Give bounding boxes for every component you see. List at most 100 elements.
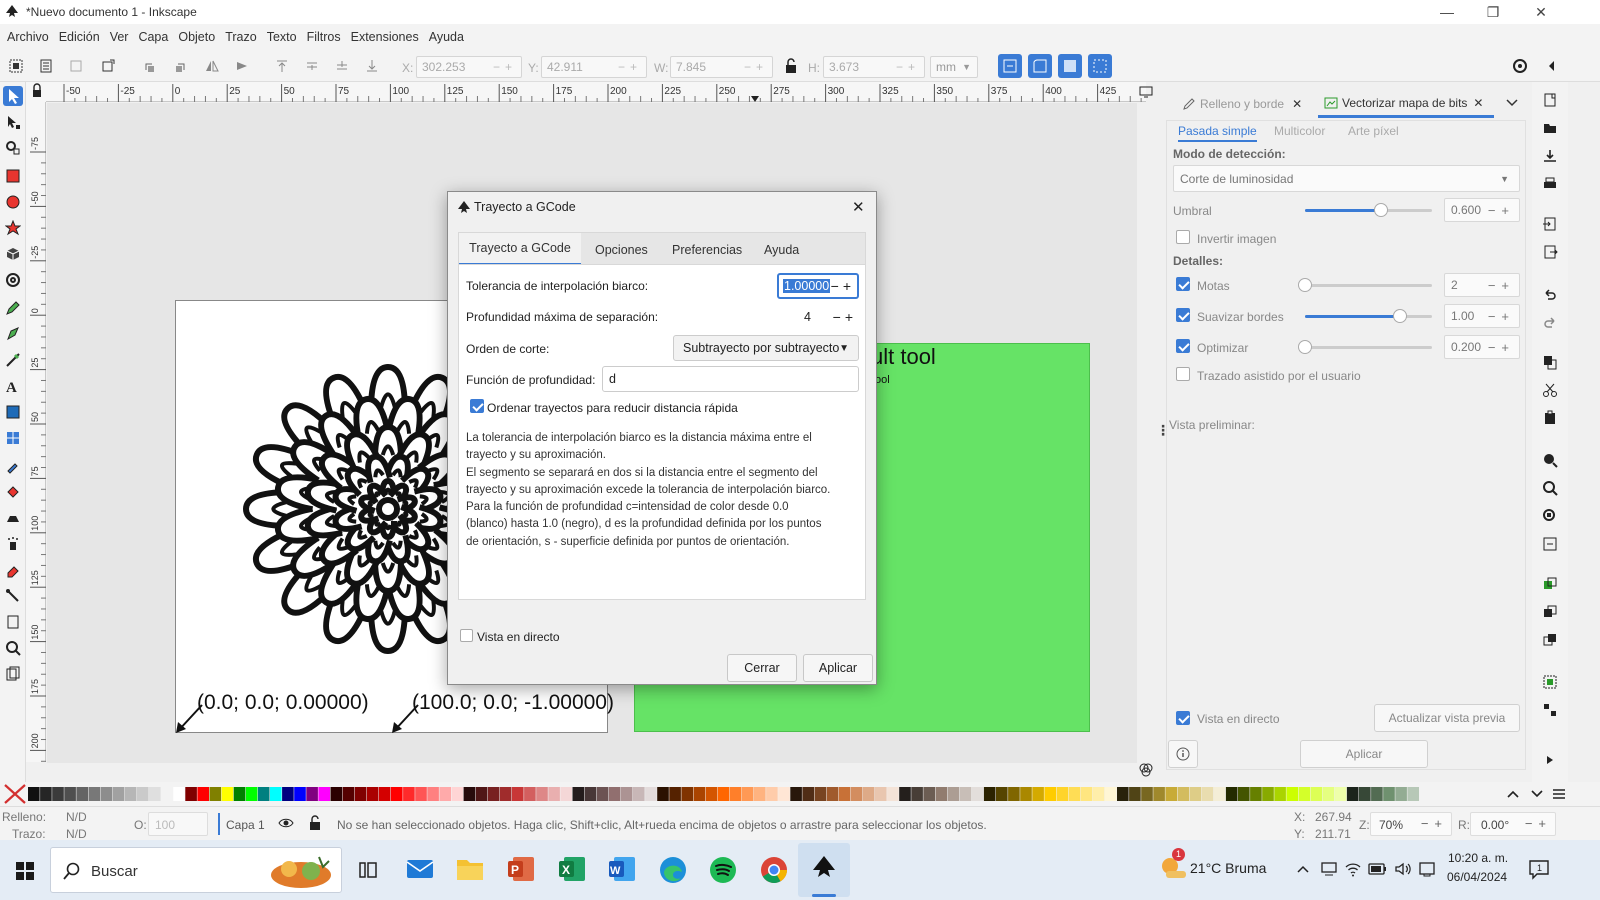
layer-lock-icon[interactable] [308,815,322,831]
rotate-ccw-icon[interactable] [142,58,158,74]
measure-tool-icon[interactable] [5,666,21,682]
excel-icon[interactable]: X [558,856,586,882]
open-folder-icon[interactable] [1542,120,1558,136]
tab-help[interactable]: Ayuda [764,233,799,266]
export-icon[interactable] [1542,244,1558,260]
menu-texto[interactable]: Texto [262,30,302,44]
layer-visibility-icon[interactable] [278,816,294,830]
close-tab-icon[interactable]: ✕ [1473,96,1483,110]
palette-menu-icon[interactable] [1552,787,1566,801]
calligraphy-tool-icon[interactable] [5,352,21,368]
mesh-tool-icon[interactable] [5,430,21,446]
x-field[interactable]: 302.253 −+ [416,56,522,78]
zoom-page-icon[interactable] [1542,508,1558,524]
unit-select[interactable]: mm ▼ [930,56,978,78]
print-icon[interactable] [1542,176,1558,192]
raise-to-top-icon[interactable] [274,58,290,74]
lower-to-bottom-icon[interactable] [364,58,380,74]
taskbar-search-box[interactable]: Buscar [50,847,342,893]
vertical-ruler[interactable]: -75 -50 -25 0 25 50 75 100 125 150 175 200 [26,102,46,762]
notifications-icon[interactable]: 1 [1528,858,1550,880]
zoom-tool-icon[interactable] [5,640,21,656]
import-icon[interactable] [1542,216,1558,232]
tweak-paint-tool-icon[interactable] [5,510,21,526]
text-tool-icon[interactable]: A [5,378,21,394]
menu-archivo[interactable]: Archivo [2,30,54,44]
volume-icon[interactable] [1394,860,1412,878]
subtab-pixel-art[interactable]: Arte píxel [1348,124,1399,138]
unlink-clone-icon[interactable] [1542,632,1558,648]
spiral-tool-icon[interactable] [5,272,21,288]
gradient-tool-icon[interactable] [5,404,21,420]
dialog-close-icon[interactable]: ✕ [852,198,865,216]
node-tool-icon[interactable] [5,114,21,130]
weather-text[interactable]: 21°C Bruma [1190,860,1266,876]
display-mode-icon[interactable] [1138,84,1154,100]
zoom-drawing-icon[interactable] [1542,480,1558,496]
close-tab-icon[interactable]: ✕ [1292,97,1302,111]
lower-icon[interactable] [334,58,350,74]
user-assisted-checkbox[interactable] [1176,367,1190,381]
no-paint-icon[interactable] [2,782,28,806]
tray-device-icon[interactable] [1320,860,1338,878]
chrome-icon[interactable] [760,856,788,884]
ungroup-icon[interactable] [1542,702,1558,718]
close-window-button[interactable]: ✕ [1518,0,1564,24]
live-preview-checkbox[interactable] [1176,711,1190,725]
subtab-single-scan[interactable]: Pasada simple [1178,124,1257,142]
scale-corners-toggle[interactable] [1028,54,1052,78]
task-view-icon[interactable] [358,860,378,880]
battery-icon[interactable] [1368,861,1388,877]
flip-horizontal-icon[interactable] [204,58,220,74]
pencil-tool-icon[interactable] [5,300,21,316]
language-icon[interactable] [1418,860,1436,878]
3d-box-tool-icon[interactable] [5,246,21,262]
panel-handle-icon[interactable]: ⋮ [1156,422,1170,439]
h-field[interactable]: 3.673 −+ [823,56,925,78]
tab-options[interactable]: Opciones [595,233,648,266]
depth-function-input[interactable]: d [602,366,859,392]
undo-icon[interactable] [1542,286,1558,302]
cut-icon[interactable] [1542,382,1558,398]
update-preview-button[interactable]: Actualizar vista previa [1374,704,1520,732]
flip-vertical-icon[interactable] [234,58,250,74]
menu-capa[interactable]: Capa [133,30,173,44]
select-all-icon[interactable] [8,58,24,74]
live-preview-dialog-checkbox[interactable] [460,629,473,642]
raise-icon[interactable] [304,58,320,74]
pen-tool-icon[interactable] [5,326,21,342]
lock-icon[interactable] [783,58,799,74]
tabs-menu-chevron-icon[interactable] [1505,96,1519,110]
threshold-spin[interactable]: 0.600 −+ [1444,198,1520,222]
menu-ver[interactable]: Ver [105,30,134,44]
mail-icon[interactable] [406,857,434,881]
zoom-field[interactable]: 70% −+ [1370,812,1452,836]
opacity-field[interactable]: 100 [148,812,208,836]
tab-preferences[interactable]: Preferencias [672,233,742,266]
apply-trace-button[interactable]: Aplicar [1300,740,1428,768]
touch-select-icon[interactable] [100,58,116,74]
clock-date[interactable]: 06/04/2024 [1447,870,1507,884]
optimize-checkbox[interactable] [1176,339,1190,353]
threshold-slider[interactable] [1305,203,1432,217]
palette-up-icon[interactable] [1506,787,1520,801]
tab-fill-stroke[interactable]: Relleno y borde ✕ [1182,90,1312,118]
speckles-spin[interactable]: 2 −+ [1444,273,1520,297]
optimize-slider[interactable] [1298,340,1432,354]
fill-value[interactable]: N/D [66,810,87,824]
palette-down-icon[interactable] [1530,787,1544,801]
menu-edicion[interactable]: Edición [54,30,105,44]
connector-tool-icon[interactable] [5,588,21,604]
smooth-corners-slider[interactable] [1305,309,1432,323]
apply-button[interactable]: Aplicar [803,654,873,682]
chevron-right-icon[interactable] [1544,754,1556,766]
copy-icon[interactable] [1542,354,1558,370]
y-field[interactable]: 42.911 −+ [541,56,647,78]
invert-image-checkbox[interactable] [1176,230,1190,244]
pages-tool-icon[interactable] [5,614,21,630]
transform-gradients-toggle[interactable] [1058,54,1082,78]
menu-ayuda[interactable]: Ayuda [424,30,469,44]
edge-icon[interactable] [659,856,687,884]
paint-bucket-tool-icon[interactable] [5,484,21,500]
subtab-multicolor[interactable]: Multicolor [1274,124,1325,138]
